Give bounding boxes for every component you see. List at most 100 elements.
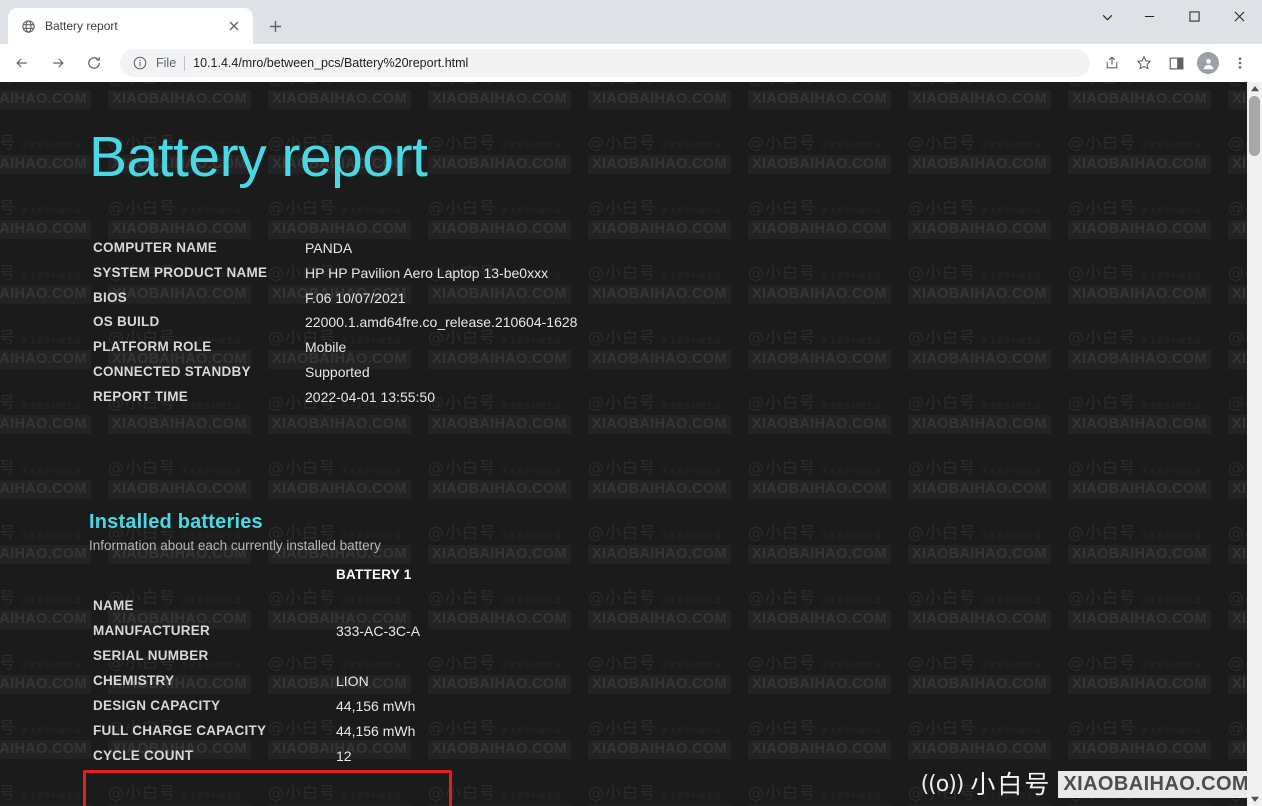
reload-button[interactable] (79, 48, 109, 78)
watermark-tile: @小白号关注更多科技生活XIAOBAIHAO.COM (588, 458, 748, 523)
avatar-icon[interactable] (1197, 52, 1219, 74)
watermark-tagline: 关注更多科技生活 (821, 727, 882, 735)
three-dot-menu-icon[interactable] (1226, 49, 1254, 77)
tab-close-icon[interactable] (225, 17, 243, 35)
watermark-domain-text: XIAOBAIHAO.COM (1068, 90, 1211, 109)
share-icon[interactable] (1098, 49, 1126, 77)
watermark-tile: @小白号关注更多科技生活XIAOBAIHAO.COM (428, 783, 588, 806)
watermark-tile: @小白号关注更多科技生活XIAOBAIHAO.COM (588, 133, 748, 198)
address-bar[interactable]: File 10.1.4.4/mro/between_pcs/Battery%20… (120, 49, 1090, 77)
watermark-cn-text: @小白号 (0, 718, 17, 737)
watermark-cn-text: @小白号 (748, 133, 817, 152)
watermark-tagline: 关注更多科技生活 (501, 792, 562, 800)
info-circle-icon[interactable] (132, 55, 148, 71)
chevron-down-icon[interactable] (1087, 2, 1127, 32)
vertical-scrollbar[interactable] (1247, 82, 1262, 806)
watermark-cn-text: @小白号 (1228, 588, 1247, 607)
watermark-cn-text: @小白号 (908, 133, 977, 152)
watermark-tagline: 关注更多科技生活 (661, 402, 722, 410)
watermark-tile: @小白号关注更多科技生活XIAOBAIHAO.COM (1228, 653, 1247, 718)
watermark-tagline: 关注更多科技生活 (821, 597, 882, 605)
maximize-icon[interactable] (1172, 0, 1217, 32)
watermark-cn-text: @小白号 (1068, 653, 1137, 672)
watermark-domain-text: XIAOBAIHAO.COM (108, 220, 251, 239)
watermark-domain-text: XIAOBAIHAO.COM (1228, 220, 1247, 239)
watermark-cn-text: @小白号 (1068, 82, 1136, 86)
watermark-tile: @小白号关注更多科技生活XIAOBAIHAO.COM (908, 82, 1068, 133)
table-row: SYSTEM PRODUCT NAME HP HP Pavilion Aero L… (93, 265, 577, 290)
watermark-cn-text: @小白号 (0, 263, 17, 282)
scrollbar-thumb[interactable] (1249, 96, 1260, 156)
watermark-cn-text: @小白号 (588, 198, 657, 217)
watermark-cn-text: @小白号 (108, 82, 176, 86)
watermark-tile: @小白号关注更多科技生活XIAOBAIHAO.COM (588, 718, 748, 783)
table-row: NAME (93, 598, 420, 623)
watermark-tagline: 关注更多科技生活 (501, 727, 562, 735)
watermark-cn-text: @小白号 (1228, 82, 1247, 86)
watermark-tile: @小白号关注更多科技生活XIAOBAIHAO.COM (1228, 328, 1247, 393)
watermark-tile: @小白号关注更多科技生活XIAOBAIHAO.COM (1068, 393, 1228, 458)
watermark-tagline: 关注更多科技生活 (501, 142, 562, 150)
watermark-domain-text: XIAOBAIHAO.COM (1228, 155, 1247, 174)
caret-up-icon[interactable] (1247, 82, 1262, 96)
watermark-domain-text: XIAOBAIHAO.COM (748, 220, 891, 239)
watermark-tile: @小白号关注更多科技生活XIAOBAIHAO.COM (428, 523, 588, 588)
watermark-tile: @小白号关注更多科技生活XIAOBAIHAO.COM (908, 458, 1068, 523)
close-window-icon[interactable] (1217, 0, 1262, 32)
watermark-domain-text: XIAOBAIHAO.COM (0, 90, 91, 109)
caret-down-icon[interactable] (1247, 792, 1262, 806)
watermark-tagline: 关注更多科技生活 (21, 727, 82, 735)
watermark-cn-text: @小白号 (428, 653, 497, 672)
watermark-tagline: 关注更多科技生活 (181, 792, 242, 800)
watermark-tagline: 关注更多科技生活 (181, 82, 241, 85)
installed-batteries-table: BATTERY 1 NAME MANUFACTURER 333-AC-3C-A SERI… (93, 567, 420, 773)
watermark-tagline: 关注更多科技生活 (1141, 142, 1202, 150)
watermark-tagline: 关注更多科技生活 (1141, 82, 1201, 85)
watermark-cn-text: @小白号 (0, 133, 17, 152)
watermark-tagline: 关注更多科技生活 (661, 662, 722, 670)
watermark-cn-text: @小白号 (588, 783, 657, 802)
watermark-tile: @小白号关注更多科技生活XIAOBAIHAO.COM (0, 263, 108, 328)
row-label: CONNECTED STANDBY (93, 363, 251, 379)
watermark-cn-text: @小白号 (588, 523, 657, 542)
new-tab-button[interactable] (261, 12, 289, 40)
watermark-cn-text: @小白号 (428, 198, 497, 217)
capacity-highlight-box (83, 770, 452, 806)
watermark-cn-text: @小白号 (1228, 328, 1247, 347)
watermark-tagline: 关注更多科技生活 (181, 207, 242, 215)
minimize-icon[interactable] (1127, 0, 1172, 32)
watermark-tile: @小白号关注更多科技生活XIAOBAIHAO.COM (588, 198, 748, 263)
watermark-cn-text: @小白号 (588, 328, 657, 347)
watermark-tagline: 关注更多科技生活 (21, 82, 81, 85)
watermark-cn-text: @小白号 (908, 198, 977, 217)
table-header-row: BATTERY 1 (93, 567, 420, 598)
watermark-tile: @小白号关注更多科技生活XIAOBAIHAO.COM (428, 718, 588, 783)
watermark-tagline: 关注更多科技生活 (501, 662, 562, 670)
watermark-cn-text: @小白号 (908, 458, 977, 477)
url-text[interactable]: 10.1.4.4/mro/between_pcs/Battery%20repor… (193, 56, 468, 70)
watermark-domain-text: XIAOBAIHAO.COM (0, 220, 91, 239)
watermark-domain-text: XIAOBAIHAO.COM (0, 740, 91, 759)
watermark-domain-text: XIAOBAIHAO.COM (0, 285, 91, 304)
forward-button[interactable] (43, 48, 73, 78)
watermark-tagline: 关注更多科技生活 (1141, 272, 1202, 280)
watermark-tile: @小白号关注更多科技生活XIAOBAIHAO.COM (748, 783, 908, 806)
section-subtitle: Information about each currently install… (89, 538, 381, 553)
watermark-cn-text: @小白号 (1068, 718, 1137, 737)
star-icon[interactable] (1130, 49, 1158, 77)
watermark-domain-text: XIAOBAIHAO.COM (428, 545, 571, 564)
watermark-domain-text: XIAOBAIHAO.COM (1228, 90, 1247, 109)
watermark-domain-text: XIAOBAIHAO.COM (908, 545, 1051, 564)
watermark-cn-text: @小白号 (588, 718, 657, 737)
watermark-cn-text: @小白号 (1068, 133, 1137, 152)
watermark-cn-text: @小白号 (1068, 263, 1137, 282)
tab-battery-report[interactable]: Battery report (8, 8, 253, 44)
side-panel-icon[interactable] (1162, 49, 1190, 77)
back-button[interactable] (7, 48, 37, 78)
watermark-tile: @小白号关注更多科技生活XIAOBAIHAO.COM (1228, 82, 1247, 133)
watermark-domain-text: XIAOBAIHAO.COM (268, 480, 411, 499)
watermark-tagline: 关注更多科技生活 (501, 82, 561, 85)
watermark-domain-text: XIAOBAIHAO.COM (588, 415, 731, 434)
watermark-cn-text: @小白号 (1228, 653, 1247, 672)
watermark-domain-text: XIAOBAIHAO.COM (588, 285, 731, 304)
